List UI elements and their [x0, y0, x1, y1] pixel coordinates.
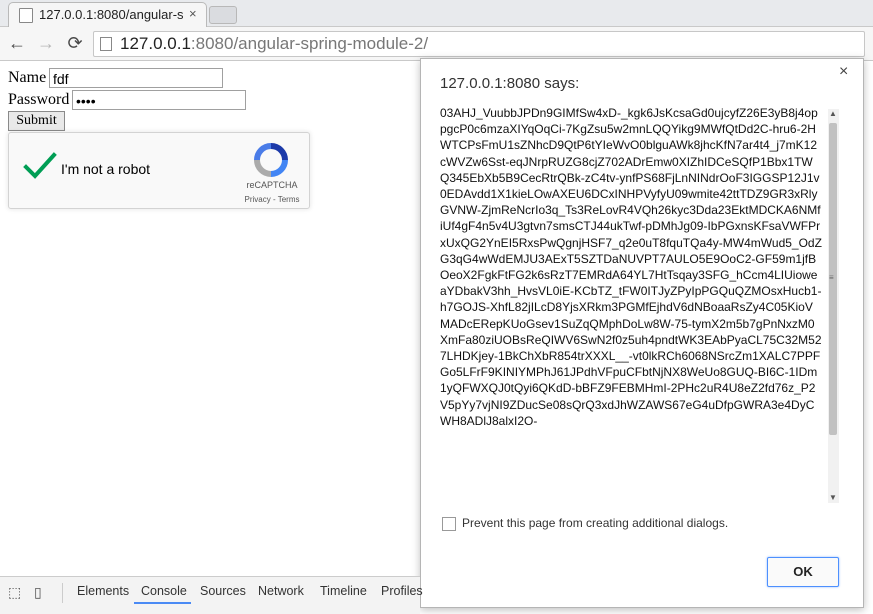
new-tab-button[interactable] [209, 6, 237, 24]
dialog-scrollbar[interactable]: ▲ ≡ ▼ [828, 109, 839, 503]
url-path: :8080/angular-spring-module-2/ [190, 34, 429, 53]
name-input[interactable]: fdf [49, 68, 223, 88]
dialog-close-icon[interactable]: × [839, 63, 848, 81]
name-label: Name [8, 69, 47, 86]
url-host: 127.0.0.1 [120, 34, 191, 53]
devtools-tab-sources[interactable]: Sources [200, 584, 246, 598]
checkmark-icon[interactable] [23, 151, 57, 181]
device-mode-icon[interactable]: ▯ [34, 584, 42, 601]
dialog-message: 03AHJ_VuubbJPDn9GIMfSw4xD-_kgk6JsKcsaGd0… [440, 106, 822, 428]
devtools-separator [62, 583, 63, 603]
devtools-tab-network[interactable]: Network [258, 584, 304, 598]
submit-button[interactable]: Submit [8, 111, 65, 131]
recaptcha-label: I'm not a robot [61, 161, 151, 177]
devtools-tab-timeline[interactable]: Timeline [320, 584, 367, 598]
recaptcha-logo-icon [254, 143, 288, 177]
browser-tab[interactable]: 127.0.0.1:8080/angular-sp × [8, 2, 207, 27]
recaptcha-widget: I'm not a robot reCAPTCHA Privacy - Term… [8, 132, 310, 209]
devtools-tab-profiles[interactable]: Profiles [381, 584, 423, 598]
tab-strip: 127.0.0.1:8080/angular-sp × [0, 0, 873, 27]
url-text: 127.0.0.1:8080/angular-spring-module-2/ [120, 34, 428, 54]
prevent-dialogs-checkbox[interactable] [442, 517, 456, 531]
password-input[interactable]: •••• [72, 90, 246, 110]
dialog-message-area: 03AHJ_VuubbJPDn9GIMfSw4xD-_kgk6JsKcsaGd0… [440, 105, 841, 503]
address-bar[interactable]: 127.0.0.1:8080/angular-spring-module-2/ [93, 31, 865, 57]
recaptcha-brand: reCAPTCHA [246, 180, 298, 190]
devtools-tab-elements[interactable]: Elements [77, 584, 129, 598]
scroll-up-icon[interactable]: ▲ [829, 109, 837, 118]
tab-title: 127.0.0.1:8080/angular-sp [39, 7, 184, 22]
recaptcha-terms-link[interactable]: Privacy - Terms [237, 195, 307, 204]
prevent-dialogs-label[interactable]: Prevent this page from creating addition… [462, 516, 728, 530]
devtools-panel: ⬚ ▯ Elements Console Sources Network Tim… [0, 576, 423, 614]
devtools-tab-console[interactable]: Console [141, 584, 187, 598]
password-label: Password [8, 91, 70, 108]
back-arrow-icon[interactable]: ← [6, 32, 28, 54]
ok-button[interactable]: OK [767, 557, 839, 587]
page-info-icon[interactable] [100, 37, 112, 51]
browser-toolbar: ← → ⟳ 127.0.0.1:8080/angular-spring-modu… [0, 27, 873, 61]
alert-dialog: 127.0.0.1:8080 says: × 03AHJ_VuubbJPDn9G… [420, 58, 864, 608]
page-favicon-icon [19, 8, 33, 23]
dialog-title: 127.0.0.1:8080 says: [440, 75, 580, 92]
scroll-grip-icon: ≡ [829, 273, 834, 282]
active-tab-indicator [134, 602, 191, 604]
reload-icon[interactable]: ⟳ [64, 32, 86, 54]
scroll-down-icon[interactable]: ▼ [829, 493, 837, 502]
inspect-element-icon[interactable]: ⬚ [8, 584, 21, 601]
forward-arrow-icon[interactable]: → [35, 32, 57, 54]
tab-close-icon[interactable]: × [189, 6, 197, 21]
